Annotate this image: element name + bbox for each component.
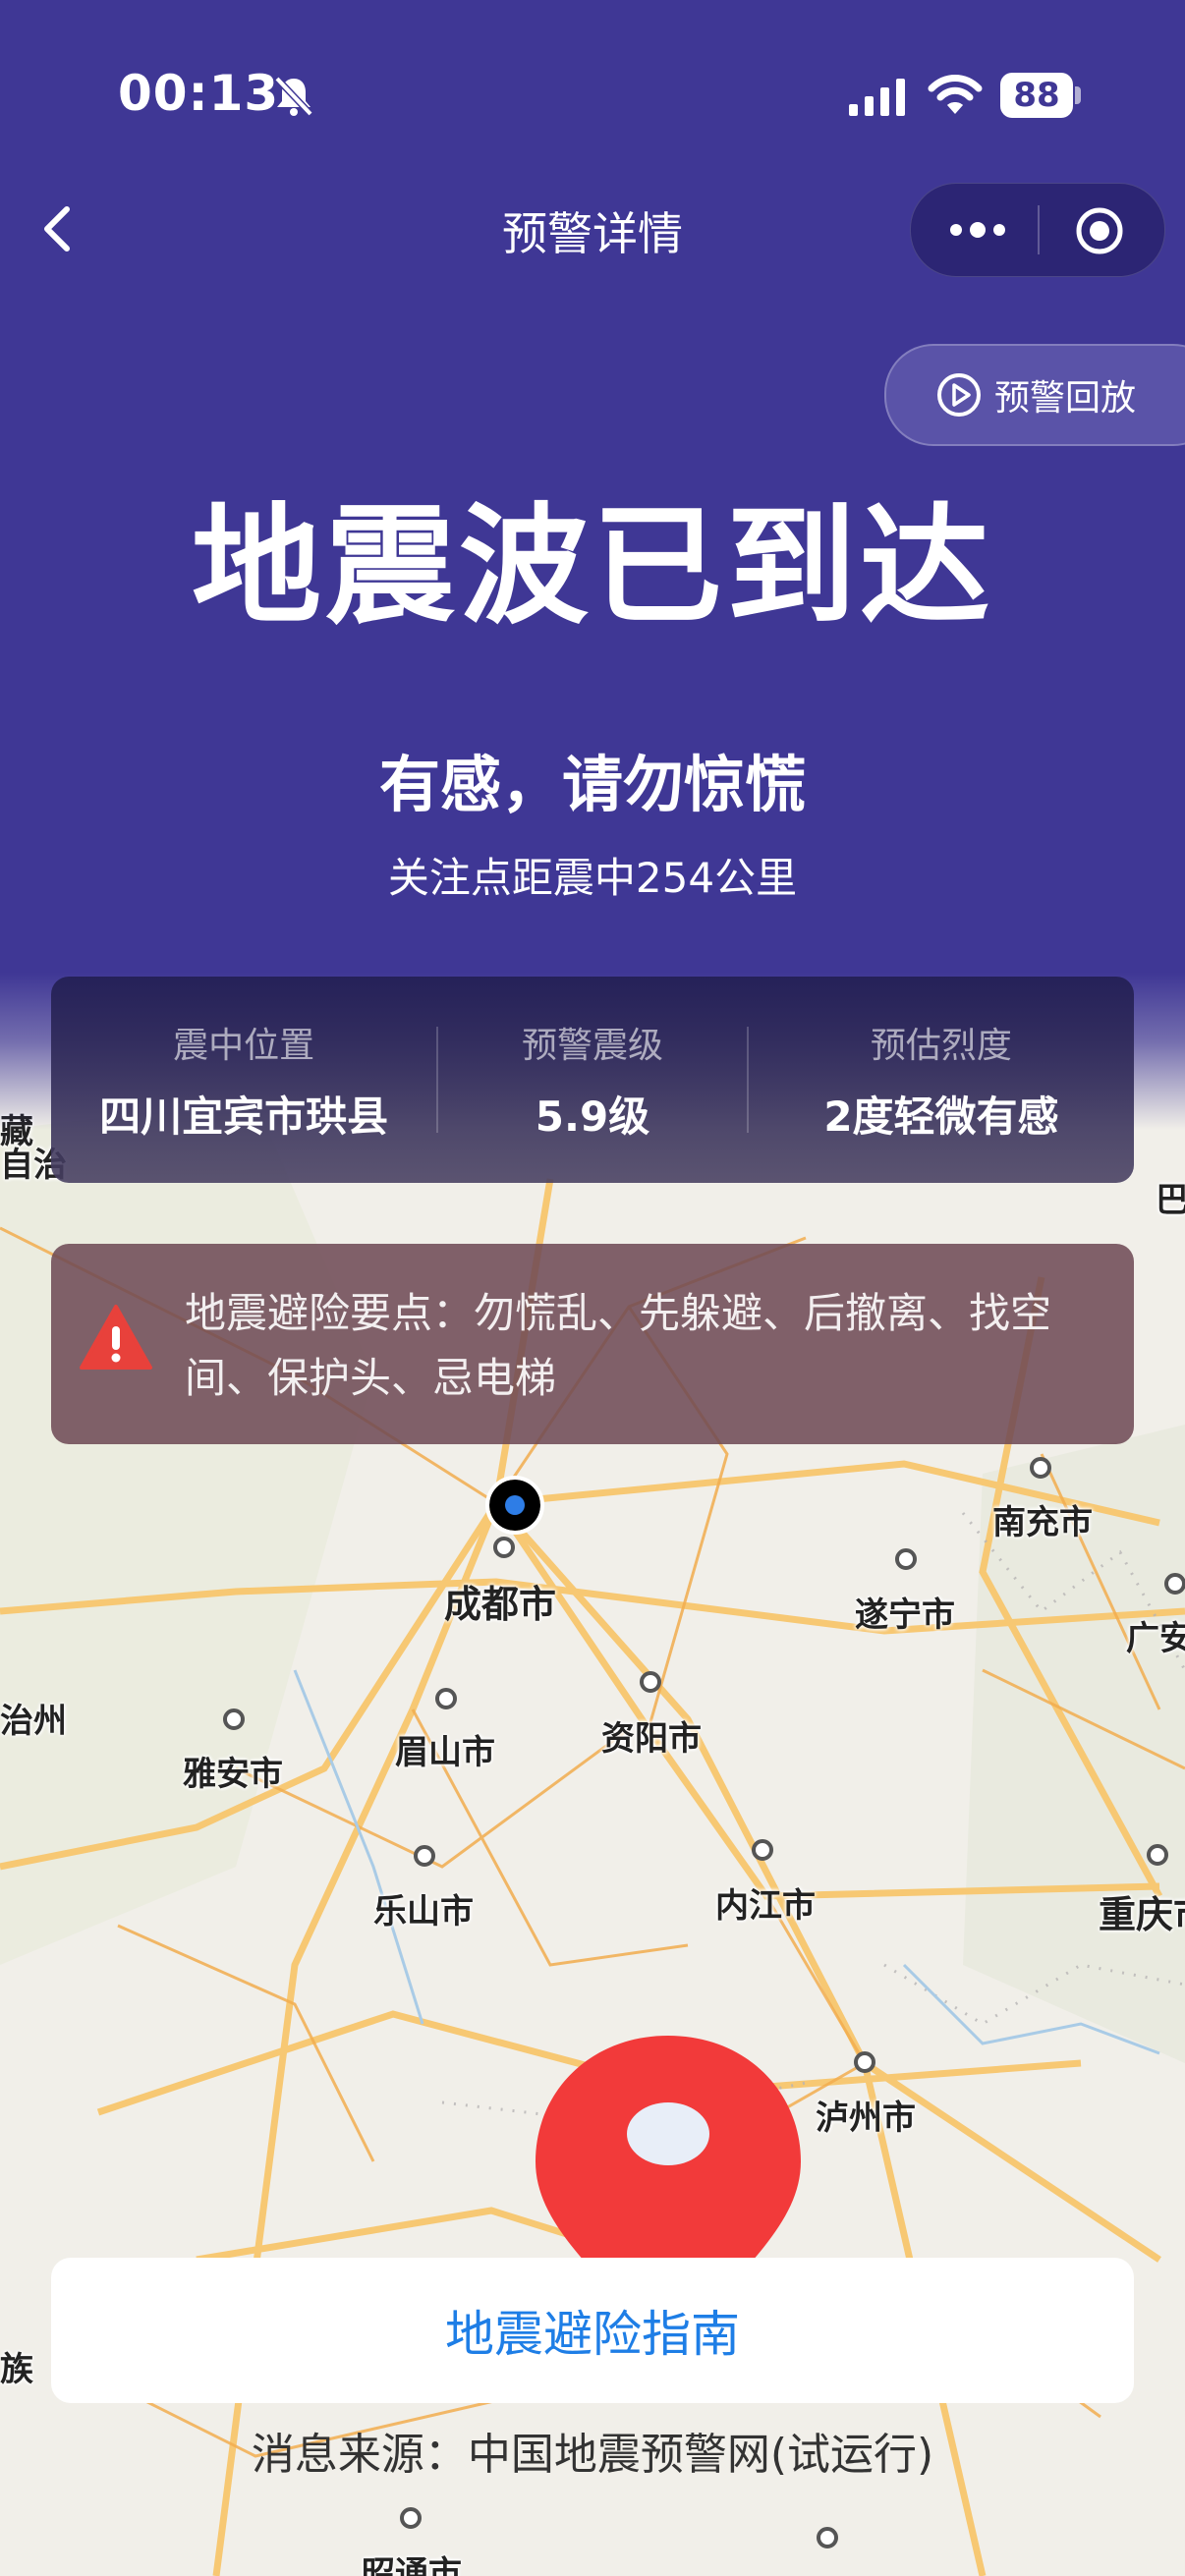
cellular-signal-icon <box>849 79 905 116</box>
wifi-icon <box>928 75 983 114</box>
bell-muted-icon <box>274 76 313 117</box>
epicenter-value: 四川宜宾市珙县 <box>99 1092 389 1141</box>
mini-program-capsule <box>910 183 1165 277</box>
map-city-label: 泸州市 <box>816 2099 916 2138</box>
map-city-label: 重庆市 <box>1099 1893 1185 1936</box>
alert-advice: 有感，请勿惊慌 <box>378 749 806 820</box>
replay-label: 预警回放 <box>994 378 1137 419</box>
intensity-value: 2度轻微有感 <box>823 1092 1059 1141</box>
map-city-label: 资阳市 <box>601 1719 702 1759</box>
epicenter-distance: 关注点距震中254公里 <box>387 854 798 902</box>
magnitude-value: 5.9级 <box>535 1092 650 1141</box>
more-dots-icon[interactable] <box>946 213 1009 247</box>
map-edge-label: 广安 <box>1126 1619 1185 1658</box>
safety-guide-button[interactable]: 地震避险指南 <box>51 2258 1134 2403</box>
close-target-icon[interactable] <box>1074 205 1125 256</box>
magnitude-label: 预警震级 <box>521 1025 663 1066</box>
map-city-label: 雅安市 <box>183 1755 283 1794</box>
map-city-label: 内江市 <box>715 1886 816 1926</box>
map-edge-label: 治州 <box>0 1702 67 1741</box>
map-city-label: 眉山市 <box>395 1733 495 1772</box>
intensity-label: 预估烈度 <box>870 1025 1012 1066</box>
safety-tips-text: 地震避险要点：勿慌乱、先躲避、后撤离、找空间、保护头、忌电梯 <box>185 1289 1052 1402</box>
alert-headline: 地震波已到达 <box>192 491 993 643</box>
replay-button[interactable]: 预警回放 <box>884 344 1185 446</box>
capsule-divider <box>1038 205 1040 254</box>
battery-indicator: 88 <box>1000 73 1073 118</box>
map-edge-label: 族 <box>0 2350 33 2389</box>
intensity-column: 预估烈度 2度轻微有感 <box>749 1017 1134 1144</box>
battery-tip <box>1075 86 1081 104</box>
source-text: 消息来源：中国地震预警网(试运行) <box>251 2430 934 2480</box>
play-icon <box>937 373 981 417</box>
map-edge-label: 巴 <box>1156 1181 1185 1220</box>
map-city-label: 遂宁市 <box>855 1596 955 1635</box>
map-city-label: 昭通市 <box>362 2554 462 2576</box>
status-time: 00:13 <box>118 65 280 122</box>
safety-tips-card: 地震避险要点：勿慌乱、先躲避、后撤离、找空间、保护头、忌电梯 <box>51 1244 1134 1444</box>
quake-info-card: 震中位置 四川宜宾市珙县 预警震级 5.9级 预估烈度 2度轻微有感 <box>51 977 1134 1183</box>
map-city-label: 成都市 <box>444 1583 557 1626</box>
magnitude-column: 预警震级 5.9级 <box>438 1017 747 1144</box>
epicenter-label: 震中位置 <box>173 1025 315 1066</box>
epicenter-column: 震中位置 四川宜宾市珙县 <box>51 1017 436 1144</box>
app-root: 成都市 南充市 遂宁市 资阳市 眉山市 雅安市 乐山市 内江市 重庆市 泸州市 … <box>0 0 1185 2576</box>
user-location-icon <box>485 1476 544 1535</box>
warning-icon <box>80 1305 152 1370</box>
map-city-label: 南充市 <box>992 1503 1093 1542</box>
map-city-label: 乐山市 <box>373 1892 474 1932</box>
